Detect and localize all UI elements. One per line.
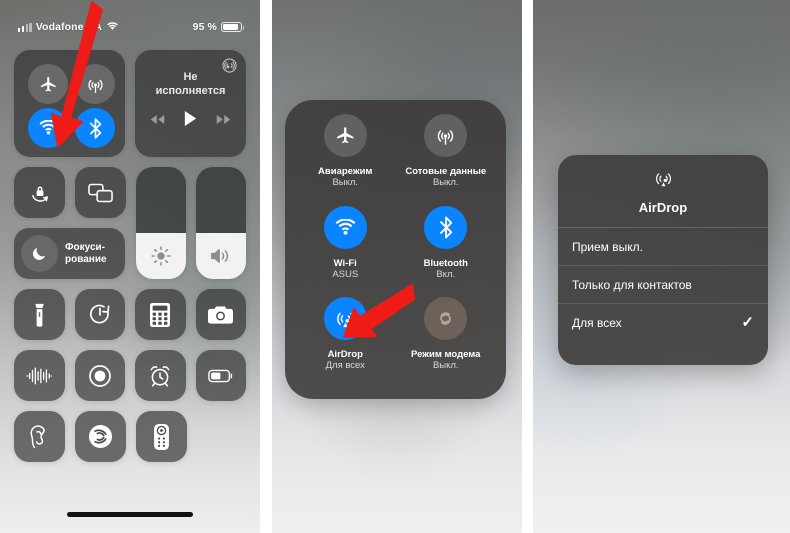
bluetooth-toggle[interactable]: [75, 108, 115, 148]
hearing-button[interactable]: [14, 411, 65, 462]
rewind-icon[interactable]: [150, 112, 165, 130]
airdrop-dialog-header: AirDrop: [558, 155, 768, 227]
screen-mirroring-button[interactable]: [75, 167, 126, 218]
expanded-airplane-mode[interactable]: Авиарежим Выкл.: [295, 114, 396, 206]
wifi-toggle[interactable]: [28, 108, 68, 148]
flashlight-button[interactable]: [14, 289, 65, 340]
label-sub: ASUS: [332, 268, 359, 280]
rotation-lock-button[interactable]: [14, 167, 65, 218]
timer-button[interactable]: [74, 289, 125, 340]
brightness-icon: [136, 233, 186, 279]
airplay-icon[interactable]: [222, 58, 237, 78]
label-title: Авиарежим: [318, 166, 373, 177]
cellular-icon: [424, 114, 468, 157]
battery-icon: [221, 22, 245, 32]
screenshot-root: Vodafone UA 95 % Не исполняется Фокуси- …: [0, 0, 790, 533]
connectivity-module[interactable]: [14, 50, 125, 157]
calculator-button[interactable]: [135, 289, 186, 340]
airdrop-dialog: AirDrop Прием выкл. Только для контактов…: [558, 155, 768, 365]
cellular-data-toggle[interactable]: [75, 64, 115, 104]
connectivity-expanded-card: Авиарежим Выкл. Сотовые данные Выкл. Wi-…: [285, 100, 506, 399]
panel-control-center-collapsed: Vodafone UA 95 % Не исполняется Фокуси- …: [0, 0, 260, 533]
bluetooth-icon: [424, 205, 468, 249]
expanded-airdrop[interactable]: AirDrop Для всех: [295, 297, 396, 389]
cellular-bars-icon: [18, 22, 32, 32]
expanded-wifi[interactable]: Wi-Fi ASUS: [295, 205, 396, 298]
label-title: Bluetooth: [423, 257, 468, 269]
focus-mode-button[interactable]: Фокуси- рование: [14, 228, 125, 279]
volume-slider[interactable]: [196, 167, 246, 279]
moon-icon: [21, 235, 58, 272]
option-label: Прием выкл.: [572, 239, 643, 254]
now-playing-line-1: Не: [183, 70, 198, 83]
brightness-slider[interactable]: [136, 167, 186, 279]
control-center-grid: Не исполняется Фокуси- рование: [14, 50, 246, 472]
wifi-icon: [323, 205, 367, 249]
airdrop-dialog-title: AirDrop: [638, 200, 688, 215]
carrier-label: Vodafone UA: [35, 21, 102, 33]
panel-connectivity-expanded: Авиарежим Выкл. Сотовые данные Выкл. Wi-…: [272, 0, 522, 533]
checkmark-icon: ✓: [741, 314, 754, 331]
alarm-clock-button[interactable]: [135, 350, 186, 401]
airdrop-icon: [323, 297, 367, 341]
panel-airdrop-dialog: AirDrop Прием выкл. Только для контактов…: [533, 0, 790, 533]
airdrop-option-everyone[interactable]: Для всех ✓: [558, 304, 768, 341]
airdrop-options-list: Прием выкл. Только для контактов Для все…: [558, 227, 768, 341]
label-sub: Вкл.: [436, 268, 456, 280]
low-power-mode-button[interactable]: [195, 350, 246, 401]
expanded-bluetooth[interactable]: Bluetooth Вкл.: [396, 205, 497, 298]
label-title: Сотовые данные: [405, 166, 487, 177]
camera-button[interactable]: [195, 289, 246, 340]
play-icon[interactable]: [183, 110, 198, 132]
screen-record-button[interactable]: [74, 350, 125, 401]
label-sub: Выкл.: [332, 177, 359, 188]
apple-tv-remote-button[interactable]: [136, 411, 187, 462]
expanded-cellular-data[interactable]: Сотовые данные Выкл.: [396, 114, 497, 206]
battery-percent-label: 95 %: [192, 21, 217, 33]
label-title: AirDrop: [327, 349, 363, 361]
option-label: Только для контактов: [572, 277, 692, 292]
airdrop-icon: [653, 168, 674, 194]
focus-label-line-1: Фокуси-: [65, 241, 105, 253]
sound-recognition-button[interactable]: [14, 350, 65, 401]
label-title: Wi-Fi: [333, 257, 357, 269]
wifi-icon: [106, 21, 119, 34]
volume-icon: [196, 233, 246, 279]
airplane-icon: [323, 114, 367, 157]
expanded-personal-hotspot[interactable]: Режим модема Выкл.: [396, 297, 497, 389]
fast-forward-icon[interactable]: [216, 112, 231, 130]
hotspot-icon: [424, 297, 468, 341]
home-indicator: [67, 512, 193, 517]
label-sub: Выкл.: [432, 360, 459, 372]
label-sub: Выкл.: [432, 177, 459, 188]
option-label: Для всех: [572, 315, 622, 330]
label-title: Режим модема: [411, 349, 481, 361]
now-playing-line-2: исполняется: [155, 84, 226, 97]
status-bar: Vodafone UA 95 %: [0, 19, 260, 35]
media-player-module[interactable]: Не исполняется: [135, 50, 246, 157]
airplane-mode-toggle[interactable]: [28, 64, 68, 104]
airdrop-option-receiving-off[interactable]: Прием выкл.: [558, 228, 768, 266]
shazam-button[interactable]: [75, 411, 126, 462]
airdrop-option-contacts-only[interactable]: Только для контактов: [558, 266, 768, 304]
label-sub: Для всех: [325, 360, 365, 372]
focus-label-line-2: рование: [65, 253, 107, 265]
